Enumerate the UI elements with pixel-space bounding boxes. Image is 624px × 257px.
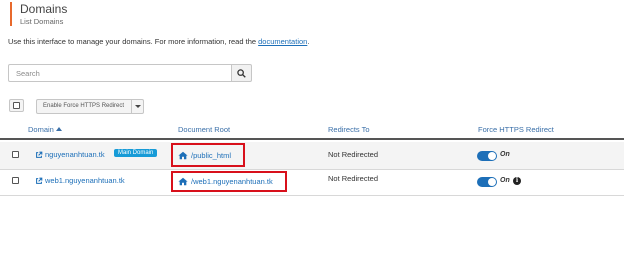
bulk-action-button[interactable]: Enable Force HTTPS Redirect: [36, 99, 144, 114]
search-icon: [237, 68, 246, 78]
column-header-redirects-to[interactable]: Redirects To: [328, 125, 370, 134]
home-icon: [178, 177, 188, 186]
document-root-link[interactable]: /web1.nguyenanhtuan.tk: [171, 171, 287, 192]
row-checkbox[interactable]: [12, 177, 19, 184]
force-https-status: On: [500, 177, 510, 184]
page-subtitle: List Domains: [20, 17, 64, 26]
toggle-knob: [488, 152, 496, 160]
external-link-icon: [36, 177, 43, 184]
document-root-link[interactable]: /public_html: [171, 143, 245, 167]
table-header: Domain Document Root Redirects To Force …: [0, 121, 624, 140]
column-header-force-https[interactable]: Force HTTPS Redirect: [478, 125, 554, 134]
header-accent-bar: [10, 2, 12, 26]
intro-text-end: .: [307, 37, 310, 46]
search-field: [8, 64, 232, 82]
intro-text-body: Use this interface to manage your domain…: [8, 37, 259, 46]
external-link-icon: [36, 151, 43, 158]
domain-link[interactable]: web1.nguyenanhtuan.tk: [35, 176, 125, 185]
home-icon: [178, 151, 188, 159]
main-domain-badge: Main Domain: [114, 149, 158, 157]
page-title: Domains: [20, 2, 68, 16]
select-all-checkbox[interactable]: [13, 102, 20, 109]
toggle-knob: [488, 178, 496, 186]
intro-text: Use this interface to manage your domain…: [8, 37, 309, 46]
table-row: web1.nguyenanhtuan.tk /web1.nguyenanhtua…: [0, 170, 624, 196]
domain-name: nguyenanhtuan.tk: [45, 150, 105, 159]
search-button[interactable]: [231, 64, 252, 82]
sort-ascending-icon: [55, 127, 62, 131]
domain-name: web1.nguyenanhtuan.tk: [45, 176, 125, 185]
bulk-action-divider: [131, 100, 132, 113]
force-https-status: On: [500, 151, 510, 158]
info-icon[interactable]: i: [513, 177, 521, 185]
document-root-path: /web1.nguyenanhtuan.tk: [191, 177, 273, 186]
domain-link[interactable]: nguyenanhtuan.tk: [35, 150, 105, 159]
bulk-action-label: Enable Force HTTPS Redirect: [43, 103, 125, 109]
redirects-to-value: Not Redirected: [328, 174, 379, 183]
force-https-toggle[interactable]: [477, 151, 497, 161]
table-row: nguyenanhtuan.tk Main Domain /public_htm…: [0, 142, 624, 170]
column-header-domain-label: Domain: [28, 125, 54, 134]
column-header-domain[interactable]: Domain: [28, 125, 62, 134]
search-input[interactable]: [9, 65, 231, 81]
force-https-toggle[interactable]: [477, 177, 497, 187]
row-checkbox[interactable]: [12, 151, 19, 158]
column-header-document-root[interactable]: Document Root: [178, 125, 230, 134]
select-all-checkbox-button[interactable]: [9, 99, 24, 112]
page-header: Domains List Domains: [0, 0, 624, 30]
caret-down-icon[interactable]: [135, 105, 141, 108]
document-root-path: /public_html: [191, 150, 232, 160]
documentation-link[interactable]: documentation: [258, 37, 307, 46]
redirects-to-value: Not Redirected: [328, 150, 379, 159]
